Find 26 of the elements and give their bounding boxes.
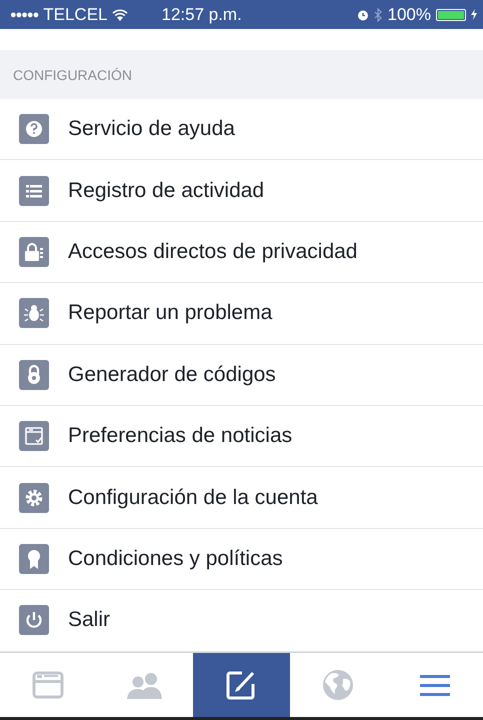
charging-icon bbox=[471, 9, 477, 20]
list-icon bbox=[18, 174, 50, 207]
news-feed-icon bbox=[32, 670, 64, 699]
help-icon bbox=[18, 113, 50, 146]
news-feed-icon bbox=[18, 420, 50, 452]
bug-icon bbox=[18, 297, 50, 330]
power-icon bbox=[18, 604, 50, 636]
globe-icon bbox=[322, 668, 354, 701]
menu-item[interactable]: Condiciones y políticas bbox=[0, 528, 483, 590]
section-header: CONFIGURACIÓN bbox=[13, 66, 132, 82]
bluetooth-icon bbox=[374, 8, 383, 22]
clock-time: 12:57 p.m. bbox=[161, 4, 242, 24]
carrier-name: TELCEL bbox=[43, 4, 108, 24]
padlock-icon bbox=[18, 358, 50, 391]
menu-icon bbox=[418, 672, 451, 697]
menu-item[interactable]: Generador de códigos bbox=[0, 344, 483, 406]
award-icon bbox=[18, 542, 50, 575]
lock-icon bbox=[18, 236, 50, 268]
battery-percent: 100% bbox=[388, 4, 431, 24]
signal-dots: ●●●●● bbox=[10, 8, 38, 20]
alarm-icon bbox=[356, 8, 369, 20]
battery-icon bbox=[436, 8, 466, 20]
settings-icon bbox=[18, 482, 50, 514]
friends-icon bbox=[126, 670, 164, 699]
compose-tab[interactable] bbox=[193, 652, 290, 717]
wifi-icon bbox=[112, 8, 128, 20]
